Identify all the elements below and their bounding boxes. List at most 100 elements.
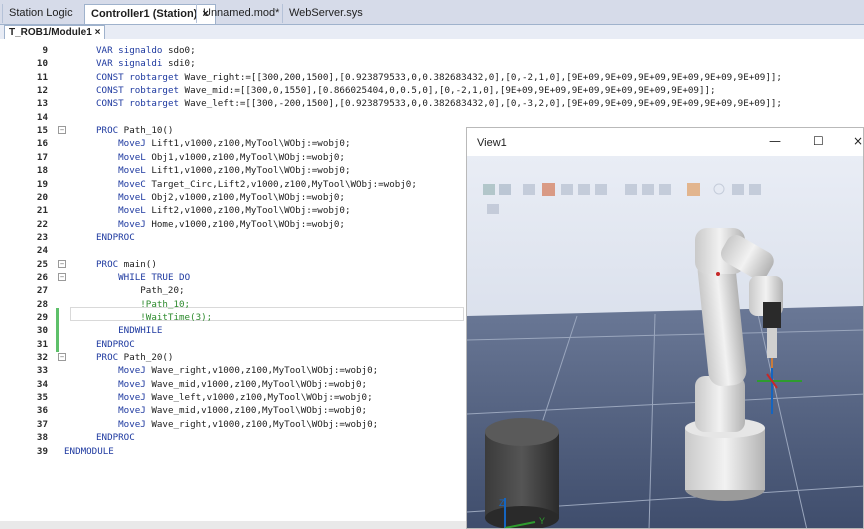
y-axis-label: Y: [539, 516, 545, 526]
fold-toggle-icon[interactable]: −: [58, 272, 66, 281]
line-number: 30: [36, 325, 48, 337]
line-number: 9: [42, 45, 48, 56]
horizontal-scrollbar[interactable]: [0, 521, 466, 529]
close-icon[interactable]: ×: [95, 27, 101, 38]
code-text: MoveJ Wave_mid,v1000,z100,MyTool\WObj:=w…: [118, 378, 368, 390]
code-text: MoveC Target_Circ,Lift2,v1000,z100,MyToo…: [118, 178, 417, 190]
view-icon[interactable]: [483, 184, 495, 195]
fold-toggle-icon[interactable]: −: [58, 259, 66, 268]
code-text: PROC Path_20(): [96, 352, 174, 364]
code-text: MoveL Lift1,v1000,z100,MyTool\WObj:=wobj…: [118, 165, 351, 177]
line-number: 28: [36, 298, 48, 310]
line-number: 16: [36, 138, 48, 150]
code-text: Path_20;: [96, 285, 185, 297]
minimize-button[interactable]: —: [769, 134, 781, 148]
code-text: MoveL Obj2,v1000,z100,MyTool\WObj:=wobj0…: [118, 191, 345, 203]
view1-window[interactable]: View1 — ☐ × Z Y: [466, 127, 864, 529]
tab-label: Unnamed.mod*: [203, 7, 280, 19]
code-text: PROC main(): [96, 258, 157, 270]
code-text: MoveJ Wave_right,v1000,z100,MyTool\WObj:…: [118, 418, 379, 430]
code-text: MoveL Obj1,v1000,z100,MyTool\WObj:=wobj0…: [118, 151, 345, 163]
code-text: CONST robtarget Wave_left:=[[300,-200,15…: [96, 98, 782, 110]
view-icon[interactable]: [595, 184, 607, 195]
line-number: 26: [36, 271, 48, 283]
line-number: 36: [36, 405, 48, 417]
line-number: 35: [36, 392, 48, 404]
document-tab-bar: Station Logic Controller1 (Station) × Unn…: [0, 0, 864, 25]
code-line[interactable]: 9 VAR signaldo sdo0;: [0, 44, 864, 57]
line-number: 37: [36, 418, 48, 430]
line-number: 18: [36, 165, 48, 177]
code-line[interactable]: 10 VAR signaldi sdi0;: [0, 57, 864, 70]
line-number: 13: [36, 98, 48, 110]
view-icon[interactable]: [625, 184, 637, 195]
view-icon[interactable]: [561, 184, 573, 195]
close-button[interactable]: ×: [853, 134, 863, 148]
code-line[interactable]: 14: [0, 111, 864, 124]
module-tab-bar: T_ROB1/Module1 ×: [0, 25, 864, 39]
tab-webserver-sys[interactable]: WebServer.sys: [282, 4, 369, 23]
code-text: MoveJ Wave_left,v1000,z100,MyTool\WObj:=…: [118, 392, 373, 404]
line-number: 11: [36, 71, 48, 83]
code-text: MoveJ Wave_right,v1000,z100,MyTool\WObj:…: [118, 365, 379, 377]
line-number: 22: [36, 218, 48, 230]
cylinder-object[interactable]: [485, 418, 559, 529]
code-text: ENDMODULE: [64, 445, 114, 457]
code-text: PROC Path_10(): [96, 125, 174, 137]
code-text: ENDPROC: [96, 231, 135, 243]
tab-label: Station Logic: [9, 7, 73, 19]
view-icon[interactable]: [642, 184, 654, 195]
fold-toggle-icon[interactable]: −: [58, 126, 66, 135]
view-icon[interactable]: [732, 184, 744, 195]
line-number: 20: [36, 191, 48, 203]
line-number: 15: [36, 125, 48, 137]
code-text: ENDPROC: [96, 432, 135, 444]
view-icon[interactable]: [578, 184, 590, 195]
tab-label: Controller1 (Station): [91, 8, 198, 20]
tab-unnamed-mod[interactable]: Unnamed.mod*: [196, 4, 285, 23]
code-text: WHILE TRUE DO: [118, 271, 191, 283]
maximize-button[interactable]: ☐: [813, 134, 824, 148]
line-number: 10: [36, 58, 48, 70]
line-number: 38: [36, 432, 48, 444]
window-title: View1: [477, 137, 507, 149]
code-line[interactable]: 12 CONST robtarget Wave_mid:=[[300,0,1550…: [0, 84, 864, 97]
tab-label: WebServer.sys: [289, 7, 363, 19]
record-icon[interactable]: [542, 183, 555, 196]
view-icon[interactable]: [523, 184, 535, 195]
code-text: ENDPROC: [96, 338, 135, 350]
line-number: 25: [36, 258, 48, 270]
code-text: VAR signaldi sdi0;: [96, 58, 196, 70]
view-icon[interactable]: [659, 184, 671, 195]
code-text: ENDWHILE: [118, 325, 163, 337]
line-number: 12: [36, 85, 48, 97]
code-text: MoveL Lift2,v1000,z100,MyTool\WObj:=wobj…: [118, 205, 351, 217]
line-number: 34: [36, 378, 48, 390]
z-axis-label: Z: [499, 498, 505, 508]
tab-module1[interactable]: T_ROB1/Module1 ×: [4, 25, 106, 39]
code-text: MoveJ Wave_mid,v1000,z100,MyTool\WObj:=w…: [118, 405, 368, 417]
line-number: 27: [36, 285, 48, 297]
line-number: 14: [36, 111, 48, 123]
line-number: 24: [36, 245, 48, 257]
tab-station-logic[interactable]: Station Logic: [2, 4, 79, 23]
view-icon[interactable]: [487, 204, 499, 214]
line-number: 31: [36, 338, 48, 350]
view-icon[interactable]: [749, 184, 761, 195]
line-number: 39: [36, 445, 48, 457]
grid-icon[interactable]: [687, 183, 700, 196]
view-icon[interactable]: [499, 184, 511, 195]
tab-label: T_ROB1/Module1: [9, 27, 92, 38]
line-number: 32: [36, 352, 48, 364]
line-number: 21: [36, 205, 48, 217]
code-text: !WaitTime(3);: [96, 312, 213, 323]
3d-scene[interactable]: Z Y: [467, 156, 864, 529]
line-number: 17: [36, 151, 48, 163]
code-line[interactable]: 11 CONST robtarget Wave_right:=[[300,200,…: [0, 71, 864, 84]
code-text: CONST robtarget Wave_mid:=[[300,0,1550],…: [96, 85, 716, 97]
window-title-bar: View1 — ☐ ×: [467, 128, 863, 156]
fold-toggle-icon[interactable]: −: [58, 353, 66, 362]
line-number: 29: [36, 312, 48, 323]
line-number: 23: [36, 231, 48, 243]
code-line[interactable]: 13 CONST robtarget Wave_left:=[[300,-200,…: [0, 97, 864, 110]
